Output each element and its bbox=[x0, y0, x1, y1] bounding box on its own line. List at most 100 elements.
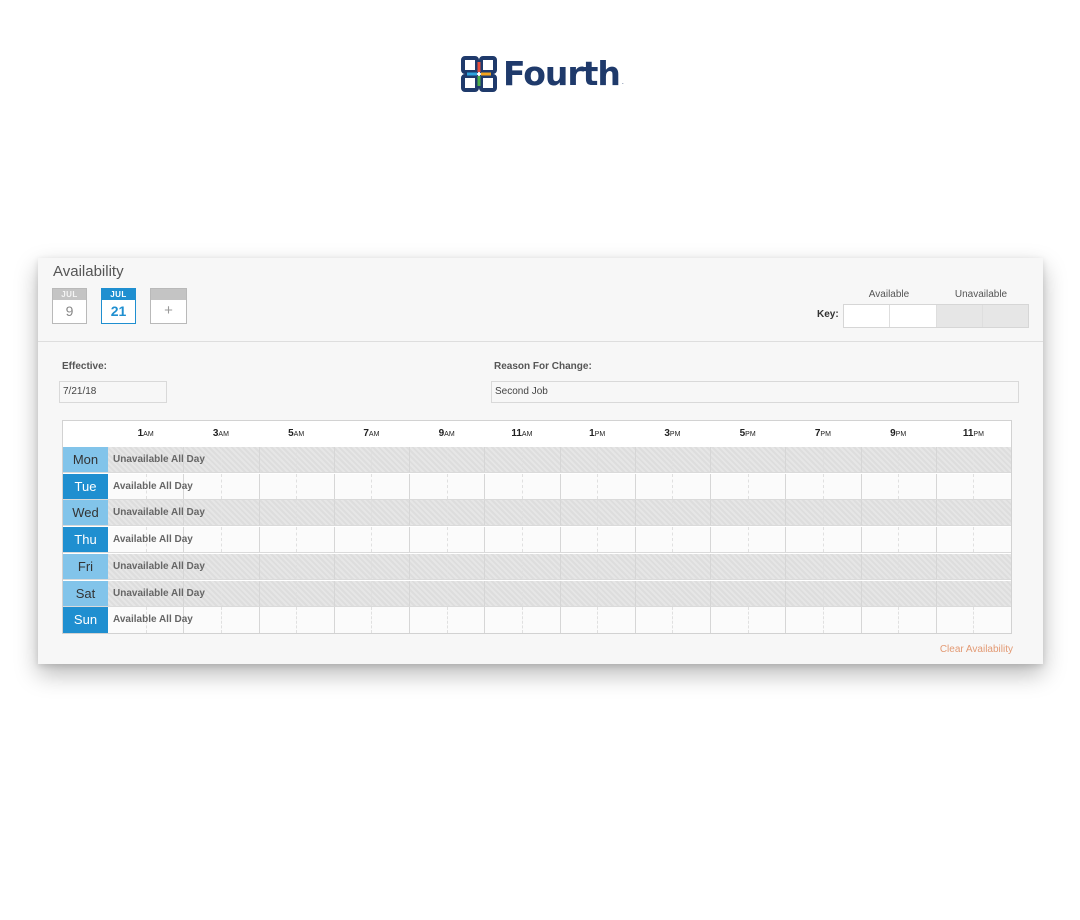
time-label: 5PM bbox=[740, 428, 756, 439]
hour-gridline bbox=[672, 607, 674, 634]
hour-gridline bbox=[371, 527, 373, 553]
hour-gridline bbox=[822, 447, 824, 472]
day-time-slots[interactable]: Unavailable All Day bbox=[108, 553, 1011, 579]
hour-gridline bbox=[296, 527, 298, 553]
hour-gridline bbox=[220, 553, 222, 579]
hour-gridline bbox=[973, 473, 975, 499]
day-row-tue: Tue Available All Day bbox=[63, 473, 1011, 500]
day-time-slots[interactable]: Unavailable All Day bbox=[108, 500, 1011, 526]
clear-availability-link[interactable]: Clear Availability bbox=[940, 644, 1013, 655]
hour-gridline bbox=[446, 553, 448, 579]
hour-gridline bbox=[559, 580, 561, 606]
effective-date-field[interactable]: 7/21/18 bbox=[59, 381, 167, 403]
day-label[interactable]: Fri bbox=[63, 553, 108, 579]
date-tabs: JUL 9 JUL 21 + bbox=[52, 288, 187, 324]
date-tab-jul-21[interactable]: JUL 21 bbox=[101, 288, 136, 324]
hour-gridline bbox=[409, 500, 410, 526]
hour-gridline bbox=[333, 553, 335, 579]
hour-gridline bbox=[898, 607, 900, 634]
hour-gridline bbox=[333, 447, 335, 472]
hour-gridline bbox=[710, 553, 711, 579]
key-available-label: Available bbox=[868, 289, 910, 300]
brand-registered-mark: . bbox=[621, 79, 624, 86]
day-time-slots[interactable]: Available All Day bbox=[108, 607, 1011, 634]
hour-gridline bbox=[634, 447, 636, 472]
divider bbox=[38, 341, 1043, 342]
day-label[interactable]: Mon bbox=[63, 447, 108, 472]
time-label-suffix: AM bbox=[444, 431, 455, 438]
day-label[interactable]: Wed bbox=[63, 500, 108, 526]
hour-gridline bbox=[785, 500, 787, 526]
day-label[interactable]: Sun bbox=[63, 607, 108, 634]
hour-gridline bbox=[597, 580, 599, 606]
time-label-suffix: AM bbox=[218, 431, 229, 438]
hour-gridline bbox=[333, 500, 335, 526]
hour-gridline bbox=[296, 553, 298, 579]
hour-gridline bbox=[634, 473, 636, 499]
add-date-button[interactable]: + bbox=[150, 288, 187, 324]
time-label: 11AM bbox=[511, 428, 532, 439]
day-status-text: Unavailable All Day bbox=[113, 507, 205, 519]
time-label-suffix: PM bbox=[669, 431, 681, 438]
hour-gridline bbox=[220, 607, 222, 634]
hour-gridline bbox=[747, 447, 749, 472]
day-status-text: Available All Day bbox=[113, 534, 193, 546]
availability-panel: Availability JUL 9 JUL 21 + Available Un… bbox=[38, 258, 1043, 664]
reason-field[interactable]: Second Job bbox=[491, 381, 1019, 403]
hour-gridline bbox=[521, 607, 523, 634]
hour-gridline bbox=[860, 500, 862, 526]
hour-gridline bbox=[747, 527, 749, 553]
time-label: 5AM bbox=[288, 428, 304, 439]
hour-gridline bbox=[409, 607, 410, 634]
time-label-suffix: PM bbox=[973, 431, 984, 438]
day-time-slots[interactable]: Available All Day bbox=[108, 527, 1011, 553]
hour-gridline bbox=[747, 473, 749, 499]
hour-gridline bbox=[710, 500, 711, 526]
hour-gridline bbox=[258, 473, 260, 499]
hour-gridline bbox=[258, 447, 260, 472]
day-label[interactable]: Thu bbox=[63, 527, 108, 553]
time-label: 3AM bbox=[213, 428, 229, 439]
hour-gridline bbox=[898, 580, 900, 606]
time-label: 9PM bbox=[890, 428, 906, 439]
hour-gridline bbox=[710, 607, 711, 634]
date-tab-jul-9[interactable]: JUL 9 bbox=[52, 288, 87, 324]
hour-gridline bbox=[860, 527, 862, 553]
hour-gridline bbox=[898, 527, 900, 553]
hour-gridline bbox=[747, 500, 749, 526]
hour-gridline bbox=[446, 447, 448, 472]
hour-gridline bbox=[597, 607, 599, 634]
time-label-suffix: PM bbox=[594, 431, 606, 438]
day-time-slots[interactable]: Unavailable All Day bbox=[108, 447, 1011, 472]
day-time-slots[interactable]: Available All Day bbox=[108, 473, 1011, 499]
hour-gridline bbox=[973, 553, 975, 579]
day-row-mon: Mon Unavailable All Day bbox=[63, 447, 1011, 473]
day-row-fri: Fri Unavailable All Day bbox=[63, 553, 1011, 580]
hour-gridline bbox=[634, 553, 636, 579]
date-tab-month: JUL bbox=[102, 289, 135, 300]
hour-gridline bbox=[860, 447, 862, 472]
hour-gridline bbox=[710, 527, 711, 553]
hour-gridline bbox=[672, 473, 674, 499]
hour-gridline bbox=[484, 607, 486, 634]
date-tab-month bbox=[151, 289, 186, 300]
key-unavailable-swatch bbox=[936, 305, 983, 327]
day-time-slots[interactable]: Unavailable All Day bbox=[108, 580, 1011, 606]
time-header: 1AM 3AM 5AM 7AM 9AM 11AM 1PM 3PM 5PM 7PM 9PM 11PM bbox=[63, 421, 1011, 448]
hour-gridline bbox=[822, 473, 824, 499]
hour-gridline bbox=[559, 473, 561, 499]
hour-gridline bbox=[409, 580, 410, 606]
hour-gridline bbox=[672, 527, 674, 553]
hour-gridline bbox=[935, 447, 937, 472]
key-label: Key: bbox=[817, 309, 839, 320]
hour-gridline bbox=[785, 527, 787, 553]
key-unavailable-label: Unavailable bbox=[954, 289, 1008, 300]
reason-label: Reason For Change: bbox=[494, 361, 592, 372]
key-unavailable-swatch bbox=[982, 305, 1028, 327]
day-label[interactable]: Sat bbox=[63, 580, 108, 606]
hour-gridline bbox=[371, 607, 373, 634]
hour-gridline bbox=[220, 580, 222, 606]
day-label[interactable]: Tue bbox=[63, 473, 108, 499]
hour-gridline bbox=[333, 607, 335, 634]
hour-gridline bbox=[597, 527, 599, 553]
